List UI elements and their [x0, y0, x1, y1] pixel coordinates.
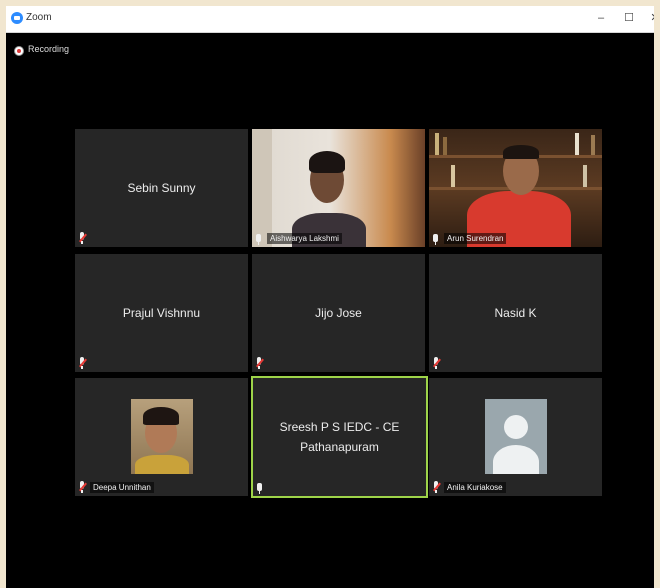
video-tile-anila-kuriakose[interactable]: Anila Kuriakose [429, 378, 602, 496]
participant-name: Nasid K [494, 306, 537, 320]
muted-mic-icon [78, 481, 88, 493]
participant-name: Sebin Sunny [127, 181, 196, 195]
video-tile-arun-surendran[interactable]: Arun Surendran [429, 129, 602, 247]
participant-hair [503, 145, 539, 159]
close-button[interactable]: ✕ [644, 8, 654, 28]
muted-mic-icon [78, 357, 88, 369]
participant-label: Deepa Unnithan [90, 482, 154, 493]
muted-mic-icon [255, 357, 265, 369]
mic-icon [257, 483, 262, 494]
mic-icon [256, 234, 261, 245]
default-avatar-head-icon [504, 415, 528, 439]
default-avatar-body-icon [493, 445, 539, 474]
participant-label: Arun Surendran [444, 233, 507, 244]
recording-label: Recording [28, 44, 70, 54]
video-tile-deepa-unnithan[interactable]: Deepa Unnithan [75, 378, 248, 496]
book [575, 133, 579, 155]
participant-name: Jijo Jose [315, 306, 362, 320]
window-title: Zoom [26, 12, 52, 23]
zoom-app-icon [11, 12, 23, 24]
book [591, 135, 595, 155]
muted-mic-icon [432, 481, 442, 493]
profile-photo [131, 399, 193, 474]
participant-hair [309, 151, 345, 173]
book [451, 165, 455, 187]
video-tile-nasid-k[interactable]: Nasid K [429, 254, 602, 372]
photo-hair [143, 407, 179, 425]
video-tile-prajul-vishnnu[interactable]: Prajul Vishnnu [75, 254, 248, 372]
mic-icon [433, 234, 438, 245]
default-avatar [485, 399, 547, 474]
video-tile-jijo-jose[interactable]: Jijo Jose [252, 254, 425, 372]
book [435, 133, 439, 155]
muted-mic-icon [78, 232, 88, 244]
participant-name: Sreesh P S IEDC - CE Pathanapuram [279, 420, 400, 454]
muted-mic-icon [432, 357, 442, 369]
book [583, 165, 587, 187]
book [443, 137, 447, 155]
participant-name: Prajul Vishnnu [122, 306, 201, 320]
recording-icon [14, 46, 24, 56]
photo-clothing [135, 455, 189, 474]
wall-background [252, 129, 272, 247]
participant-label: Anila Kuriakose [444, 482, 506, 493]
video-tile-aishwarya-lakshmi[interactable]: Aishwarya Lakshmi [252, 129, 425, 247]
participant-label: Aishwarya Lakshmi [267, 233, 342, 244]
video-tile-sreesh-active-speaker[interactable]: Sreesh P S IEDC - CE Pathanapuram [251, 376, 428, 498]
video-tile-sebin-sunny[interactable]: Sebin Sunny [75, 129, 248, 247]
title-bar[interactable]: Zoom – ☐ ✕ [6, 6, 654, 33]
zoom-window: Zoom – ☐ ✕ Recording Sebin Sunny Aishwar… [6, 6, 654, 588]
maximize-button[interactable]: ☐ [618, 8, 640, 28]
minimize-button[interactable]: – [590, 8, 612, 28]
